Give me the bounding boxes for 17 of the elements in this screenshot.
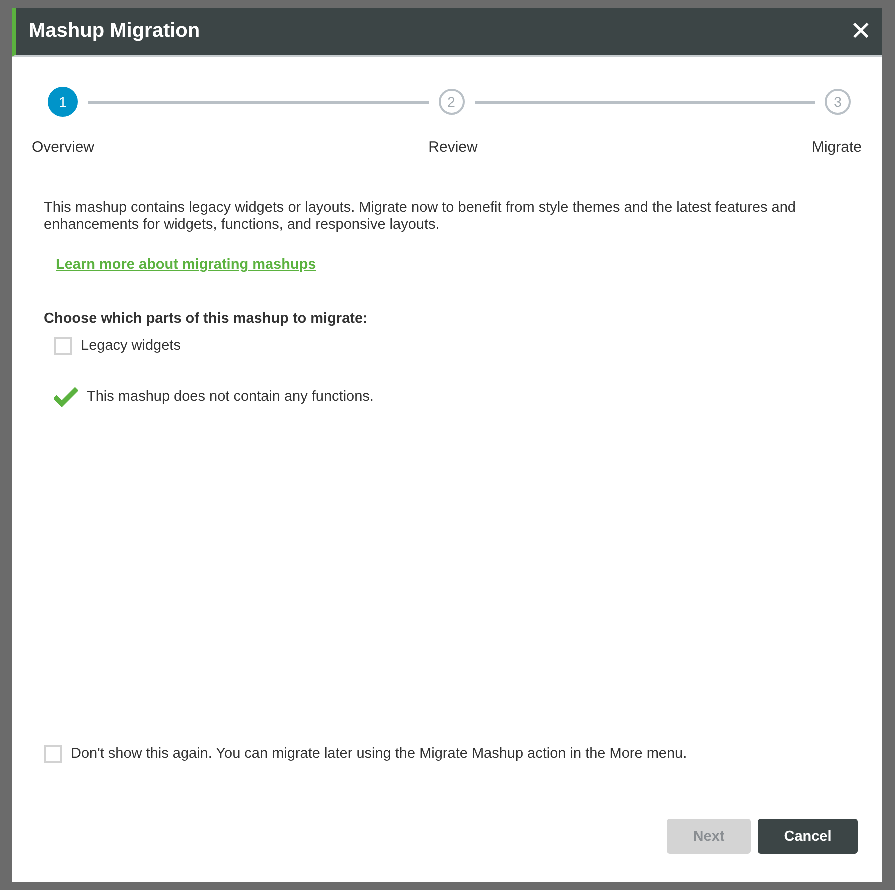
- step-number: 2: [438, 89, 464, 115]
- dialog-title: Mashup Migration: [29, 20, 200, 43]
- section-heading: Choose which parts of this mashup to migrate:: [44, 311, 368, 327]
- checkbox-label: Legacy widgets: [81, 338, 181, 354]
- step-number: 1: [48, 87, 78, 117]
- step-label: Overview: [32, 139, 95, 156]
- step-label: Migrate: [812, 139, 862, 156]
- checkbox[interactable]: [54, 337, 72, 355]
- checkbox-label: Don't show this again. You can migrate later using the Migrate Mashup action in the More menu.: [71, 746, 688, 762]
- step-label: Review: [428, 139, 478, 156]
- cancel-button[interactable]: Cancel: [758, 819, 858, 854]
- notice-text: This mashup does not contain any functions.: [87, 389, 374, 405]
- intro-text: This mashup contains legacy widgets or layouts. Migrate now to benefit from style themes and the latest features and enhancements for widgets, functions, and responsive layouts.: [44, 200, 797, 234]
- close-button[interactable]: ✕: [844, 16, 878, 46]
- checkbox[interactable]: [44, 745, 62, 763]
- step-number: 3: [825, 89, 851, 115]
- checkmark-icon: [54, 387, 78, 407]
